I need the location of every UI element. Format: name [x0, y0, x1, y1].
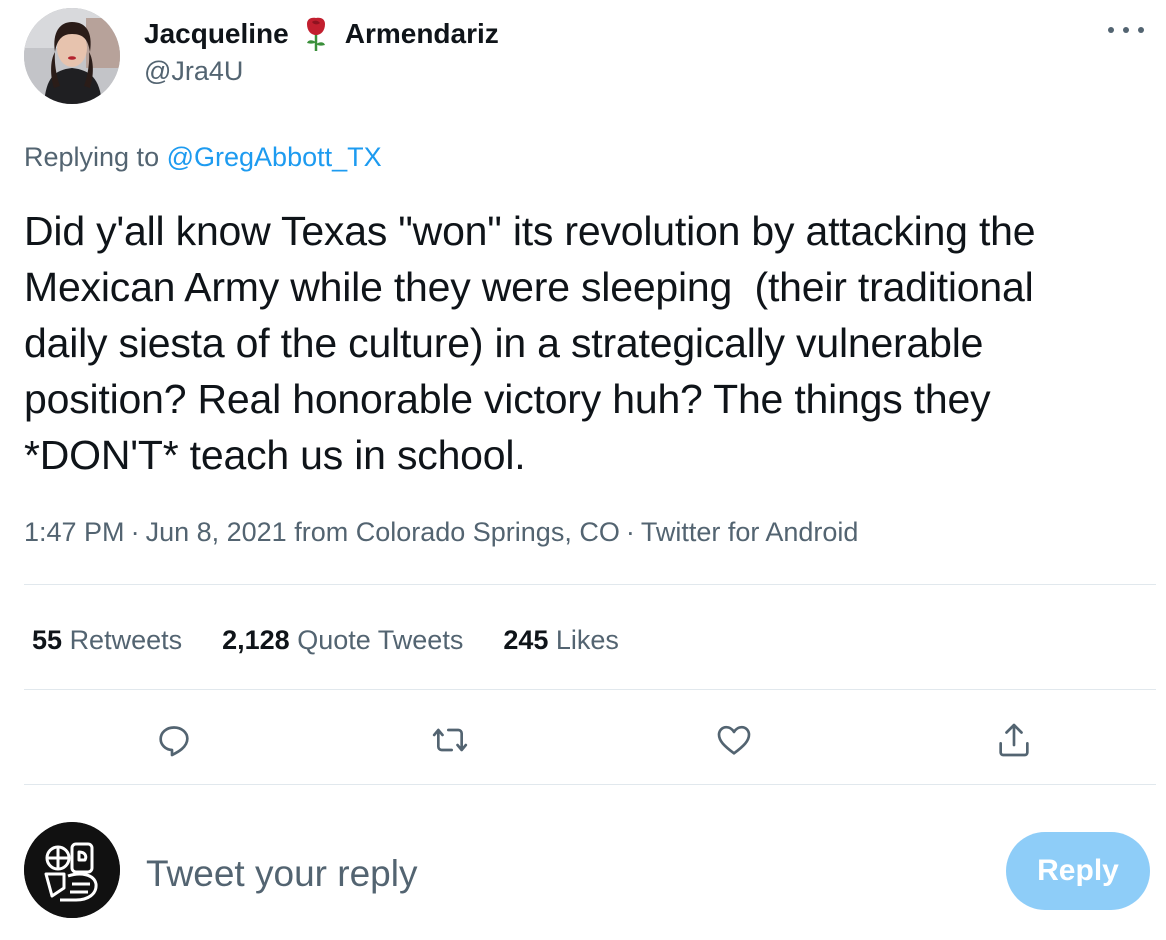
author-first-name: Jacqueline — [144, 18, 289, 49]
author-avatar[interactable] — [24, 8, 120, 104]
tweet-source[interactable]: Twitter for Android — [641, 517, 859, 547]
likes-stat[interactable]: 245 Likes — [503, 625, 619, 656]
divider — [24, 584, 1156, 585]
quote-tweets-count: 2,128 — [222, 624, 290, 655]
tweet-location: from Colorado Springs, CO — [294, 517, 620, 547]
author-last-name: Armendariz — [344, 18, 499, 49]
retweet-button[interactable] — [422, 712, 478, 768]
meta-separator: · — [130, 517, 140, 547]
more-dot — [1108, 27, 1114, 33]
more-dot — [1123, 27, 1129, 33]
my-avatar-logo — [24, 822, 120, 918]
likes-count: 245 — [503, 624, 549, 655]
like-icon — [717, 725, 751, 755]
retweet-icon — [432, 728, 468, 752]
tweet-detail: Jacqueline Armendariz @Jra4U Replying to… — [0, 0, 1166, 940]
retweets-stat[interactable]: 55 Retweets — [32, 625, 182, 656]
tweet-date[interactable]: Jun 8, 2021 — [146, 517, 287, 547]
reply-composer: Reply — [24, 820, 1150, 920]
tweet-stats: 55 Retweets 2,128 Quote Tweets 245 Likes — [32, 620, 659, 660]
tweet-time[interactable]: 1:47 PM — [24, 517, 125, 547]
author-handle[interactable]: @Jra4U — [144, 54, 499, 88]
replying-mention[interactable]: @GregAbbott_TX — [167, 142, 382, 172]
rose-icon — [301, 16, 331, 52]
tweet-text: Did y'all know Texas "won" its revolutio… — [24, 208, 1036, 478]
my-avatar[interactable] — [24, 822, 120, 918]
tweet-header: Jacqueline Armendariz @Jra4U — [24, 8, 1144, 104]
reply-submit-button[interactable]: Reply — [1006, 832, 1150, 910]
reply-button[interactable] — [146, 712, 202, 768]
author-names: Jacqueline Armendariz @Jra4U — [144, 14, 499, 88]
quote-tweets-stat[interactable]: 2,128 Quote Tweets — [222, 625, 463, 656]
share-icon — [999, 723, 1029, 757]
tweet-actions — [24, 712, 1156, 768]
retweets-label: Retweets — [69, 624, 183, 655]
retweets-count: 55 — [32, 624, 63, 655]
share-button[interactable] — [986, 712, 1042, 768]
more-options-icon[interactable] — [1108, 20, 1144, 40]
like-button[interactable] — [706, 712, 762, 768]
reply-input[interactable] — [146, 850, 986, 898]
divider — [24, 784, 1156, 785]
replying-to: Replying to @GregAbbott_TX — [24, 140, 382, 174]
more-dot — [1138, 27, 1144, 33]
reply-icon — [159, 726, 189, 757]
tweet-meta: 1:47 PM · Jun 8, 2021 from Colorado Spring… — [24, 514, 858, 550]
divider — [24, 689, 1156, 690]
replying-label: Replying to — [24, 142, 160, 172]
author-photo — [24, 8, 120, 104]
meta-separator: · — [625, 517, 635, 547]
author-display-name[interactable]: Jacqueline Armendariz — [144, 14, 499, 54]
quote-tweets-label: Quote Tweets — [297, 624, 464, 655]
likes-label: Likes — [555, 624, 619, 655]
